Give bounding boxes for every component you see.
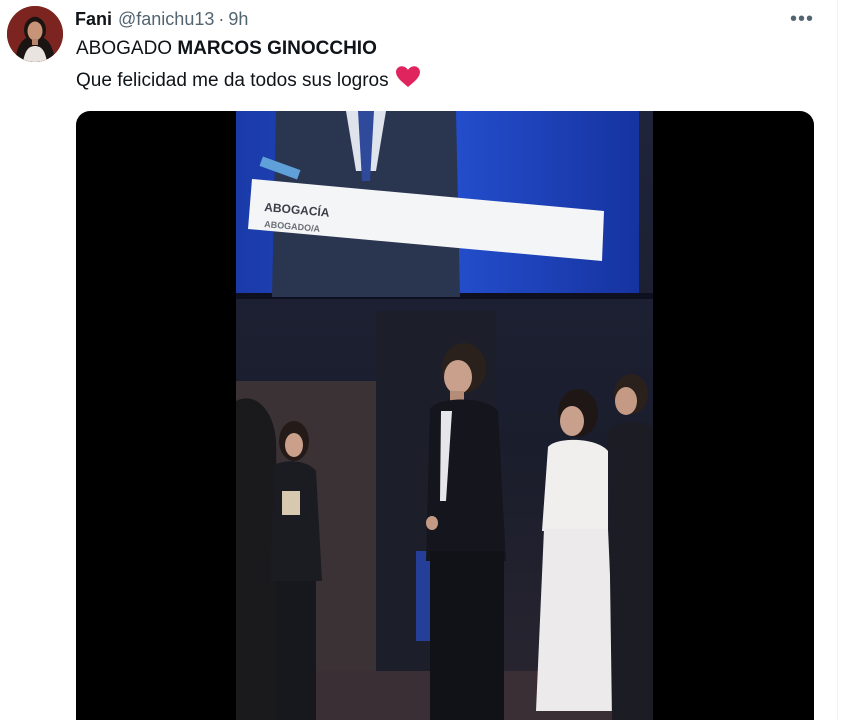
tweet-text-body: Que felicidad me da todos sus logros xyxy=(76,70,389,92)
avatar[interactable] xyxy=(7,6,63,62)
tweet-text-prefix: ABOGADO xyxy=(76,38,178,59)
tweet-text-line-1: ABOGADO MARCOS GINOCCHIO xyxy=(76,36,377,62)
video-player[interactable]: ABOGACÍA ABOGADO/A xyxy=(76,111,814,720)
separator-dot: · xyxy=(218,8,225,29)
more-options-icon[interactable]: ••• xyxy=(790,8,814,30)
tweet-text-bold-name: MARCOS GINOCCHIO xyxy=(177,38,377,59)
heart-emoji-icon xyxy=(395,65,421,97)
display-name[interactable]: Fani xyxy=(75,9,112,30)
tweet-text-line-2: Que felicidad me da todos sus logros xyxy=(76,65,421,97)
avatar-image xyxy=(7,6,63,62)
timestamp[interactable]: 9h xyxy=(228,9,248,30)
column-border xyxy=(837,0,838,720)
video-frame: ABOGACÍA ABOGADO/A xyxy=(236,111,653,720)
user-handle[interactable]: @fanichu13 xyxy=(118,9,214,30)
video-still: ABOGACÍA ABOGADO/A xyxy=(236,111,653,720)
tweet-header: Fani @fanichu13 · 9h xyxy=(75,7,248,31)
